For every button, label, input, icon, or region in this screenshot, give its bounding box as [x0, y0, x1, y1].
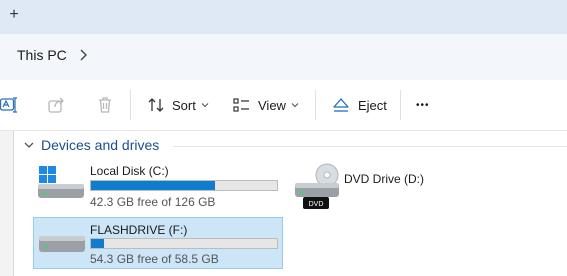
- sort-icon: [148, 98, 164, 112]
- usb-drive-icon: [39, 236, 85, 252]
- eject-icon: [333, 98, 349, 112]
- section-divider: [173, 146, 567, 147]
- eject-button[interactable]: Eject: [332, 92, 387, 118]
- toolbar-separator: [130, 90, 131, 120]
- chevron-down-icon: [201, 103, 209, 108]
- capacity-bar: [90, 238, 278, 249]
- view-icon: [233, 98, 249, 112]
- breadcrumb-this-pc[interactable]: This PC: [17, 47, 67, 63]
- navigation-pane-edge[interactable]: [0, 131, 14, 276]
- drive-name: Local Disk (C:): [90, 164, 169, 178]
- drive-name: FLASHDRIVE (F:): [90, 223, 188, 237]
- drive-tile-f[interactable]: FLASHDRIVE (F:) 54.3 GB free of 58.5 GB: [33, 217, 283, 269]
- rename-icon[interactable]: [0, 95, 20, 115]
- capacity-bar-fill: [91, 239, 105, 248]
- view-button[interactable]: View: [233, 92, 299, 118]
- capacity-bar: [90, 180, 278, 191]
- capacity-bar-fill: [91, 181, 215, 190]
- view-label: View: [258, 97, 286, 113]
- dvd-drive-icon: DVD: [295, 163, 339, 209]
- drive-tile-d[interactable]: DVD DVD Drive (D:): [290, 158, 490, 212]
- windows-drive-icon: [38, 166, 84, 198]
- drive-tile-c[interactable]: Local Disk (C:) 42.3 GB free of 126 GB: [33, 158, 283, 212]
- drive-free-space: 42.3 GB free of 126 GB: [90, 195, 216, 209]
- section-title[interactable]: Devices and drives: [41, 137, 159, 153]
- drive-free-space: 54.3 GB free of 58.5 GB: [90, 252, 219, 266]
- tab-strip: +: [0, 0, 567, 34]
- delete-icon[interactable]: [95, 95, 115, 115]
- address-bar[interactable]: This PC: [0, 34, 567, 80]
- drive-name: DVD Drive (D:): [344, 172, 424, 186]
- sort-label: Sort: [172, 97, 196, 113]
- eject-label: Eject: [358, 97, 387, 113]
- chevron-right-icon[interactable]: [78, 46, 90, 64]
- sort-button[interactable]: Sort: [147, 92, 209, 118]
- toolbar-separator: [315, 90, 316, 120]
- toolbar-separator: [400, 90, 401, 120]
- dvd-badge-text: DVD: [309, 201, 324, 208]
- share-icon[interactable]: [47, 95, 67, 115]
- command-bar: Sort View Eject •••: [0, 80, 567, 131]
- chevron-down-icon: [291, 103, 299, 108]
- new-tab-button[interactable]: +: [6, 4, 22, 26]
- more-options-button[interactable]: •••: [416, 92, 430, 118]
- chevron-down-icon[interactable]: [23, 139, 35, 151]
